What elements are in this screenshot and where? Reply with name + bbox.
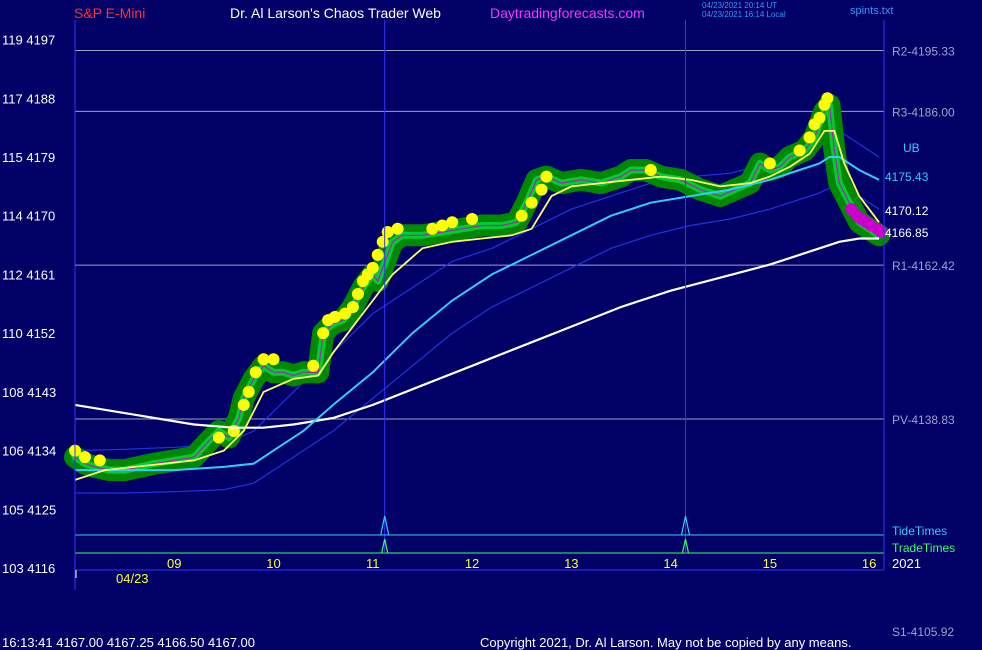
level-label-pv: PV-4138.83 (892, 413, 955, 427)
price-envelope (64, 93, 890, 482)
y-tick-label: 110 4152 (2, 326, 55, 341)
signal-dot (346, 301, 359, 314)
level-label-s1: S1-4105.92 (892, 625, 954, 639)
mid-average-value: 4175.43 (885, 170, 929, 184)
series-layer (64, 92, 890, 494)
signal-dot (813, 111, 826, 124)
signal-dot (821, 92, 834, 105)
level-label-r1: R1-4162.42 (892, 259, 955, 273)
level-label-r3: R3-4186.00 (892, 105, 955, 119)
signal-dot (351, 288, 364, 300)
signal-dot (763, 157, 776, 170)
y-tick-label: 117 4188 (2, 91, 55, 106)
x-tick-label: 11 (366, 556, 380, 571)
signal-dot (515, 209, 528, 222)
signal-dot (267, 353, 280, 366)
chart-canvas: R2-4195.33 R3-4186.00 R1-4162.42 PV-4138.83… (2, 20, 955, 639)
timestamp-local: 04/23/2021 16:14 Local (702, 10, 786, 19)
y-tick-label: 119 4197 (2, 33, 55, 48)
upper-band-label: UB (903, 141, 920, 155)
signal-dot (212, 431, 225, 444)
signal-dot (793, 144, 806, 157)
x-tick-label: 13 (564, 556, 578, 571)
signal-dot (466, 212, 479, 225)
y-tick-label: 112 4161 (2, 267, 55, 282)
source-file: spints.txt (850, 5, 894, 17)
event-layer (75, 20, 884, 554)
y-tick-label: 108 4143 (2, 385, 56, 400)
x-tick-label: 16 (862, 556, 876, 571)
y-tick-label: 114 4170 (2, 209, 55, 224)
signal-dot (644, 164, 657, 177)
x-tick-label: 14 (663, 556, 677, 571)
signal-dot (446, 216, 459, 229)
last-quote: 16:13:41 4167.00 4167.25 4166.50 4167.00 (2, 635, 256, 650)
y-tick-label: 103 4116 (2, 561, 55, 576)
y-tick-label: 105 4125 (2, 502, 56, 517)
signal-dot (317, 327, 330, 340)
slow-average-line (74, 237, 879, 429)
axes-layer (74, 20, 885, 590)
signal-dot (535, 183, 548, 196)
brand-title: Dr. Al Larson's Chaos Trader Web (230, 5, 441, 21)
x-axis-date-label: 04/23 (116, 571, 149, 586)
signal-dot (78, 451, 91, 464)
x-tick-label: 12 (465, 556, 479, 571)
signal-dot (93, 454, 106, 467)
x-tick-label: 09 (167, 556, 181, 571)
copyright: Copyright 2021, Dr. Al Larson. May not b… (480, 635, 852, 650)
instrument-title: S&P E-Mini (74, 5, 146, 21)
timestamp-ut: 04/23/2021 20:14 UT (702, 1, 778, 10)
level-label-r2: R2-4195.33 (892, 44, 955, 58)
trade-times-label: TradeTimes (892, 541, 955, 555)
signal-dot (803, 131, 816, 144)
signal-dot (371, 248, 384, 261)
signal-dot (540, 170, 553, 183)
signal-dot (237, 398, 250, 411)
fast-average-value: 4170.12 (885, 204, 929, 218)
mid-average-line (75, 156, 880, 472)
signal-dot (525, 196, 538, 209)
x-tick-label: 15 (763, 556, 777, 571)
y-tick-label: 106 4134 (2, 444, 56, 459)
signal-dot (366, 261, 379, 274)
signal-dot (242, 385, 255, 398)
x-tick-label: 10 (266, 556, 280, 571)
signal-dot (391, 222, 404, 235)
slow-average-value: 4166.85 (885, 226, 929, 240)
tide-times-label: TideTimes (892, 524, 947, 538)
site-link[interactable]: Daytradingforecasts.com (490, 6, 645, 20)
signal-dot (307, 359, 320, 372)
x-axis-year-label: 2021 (892, 556, 921, 571)
signal-dot (249, 366, 262, 379)
y-tick-label: 115 4179 (2, 150, 55, 165)
